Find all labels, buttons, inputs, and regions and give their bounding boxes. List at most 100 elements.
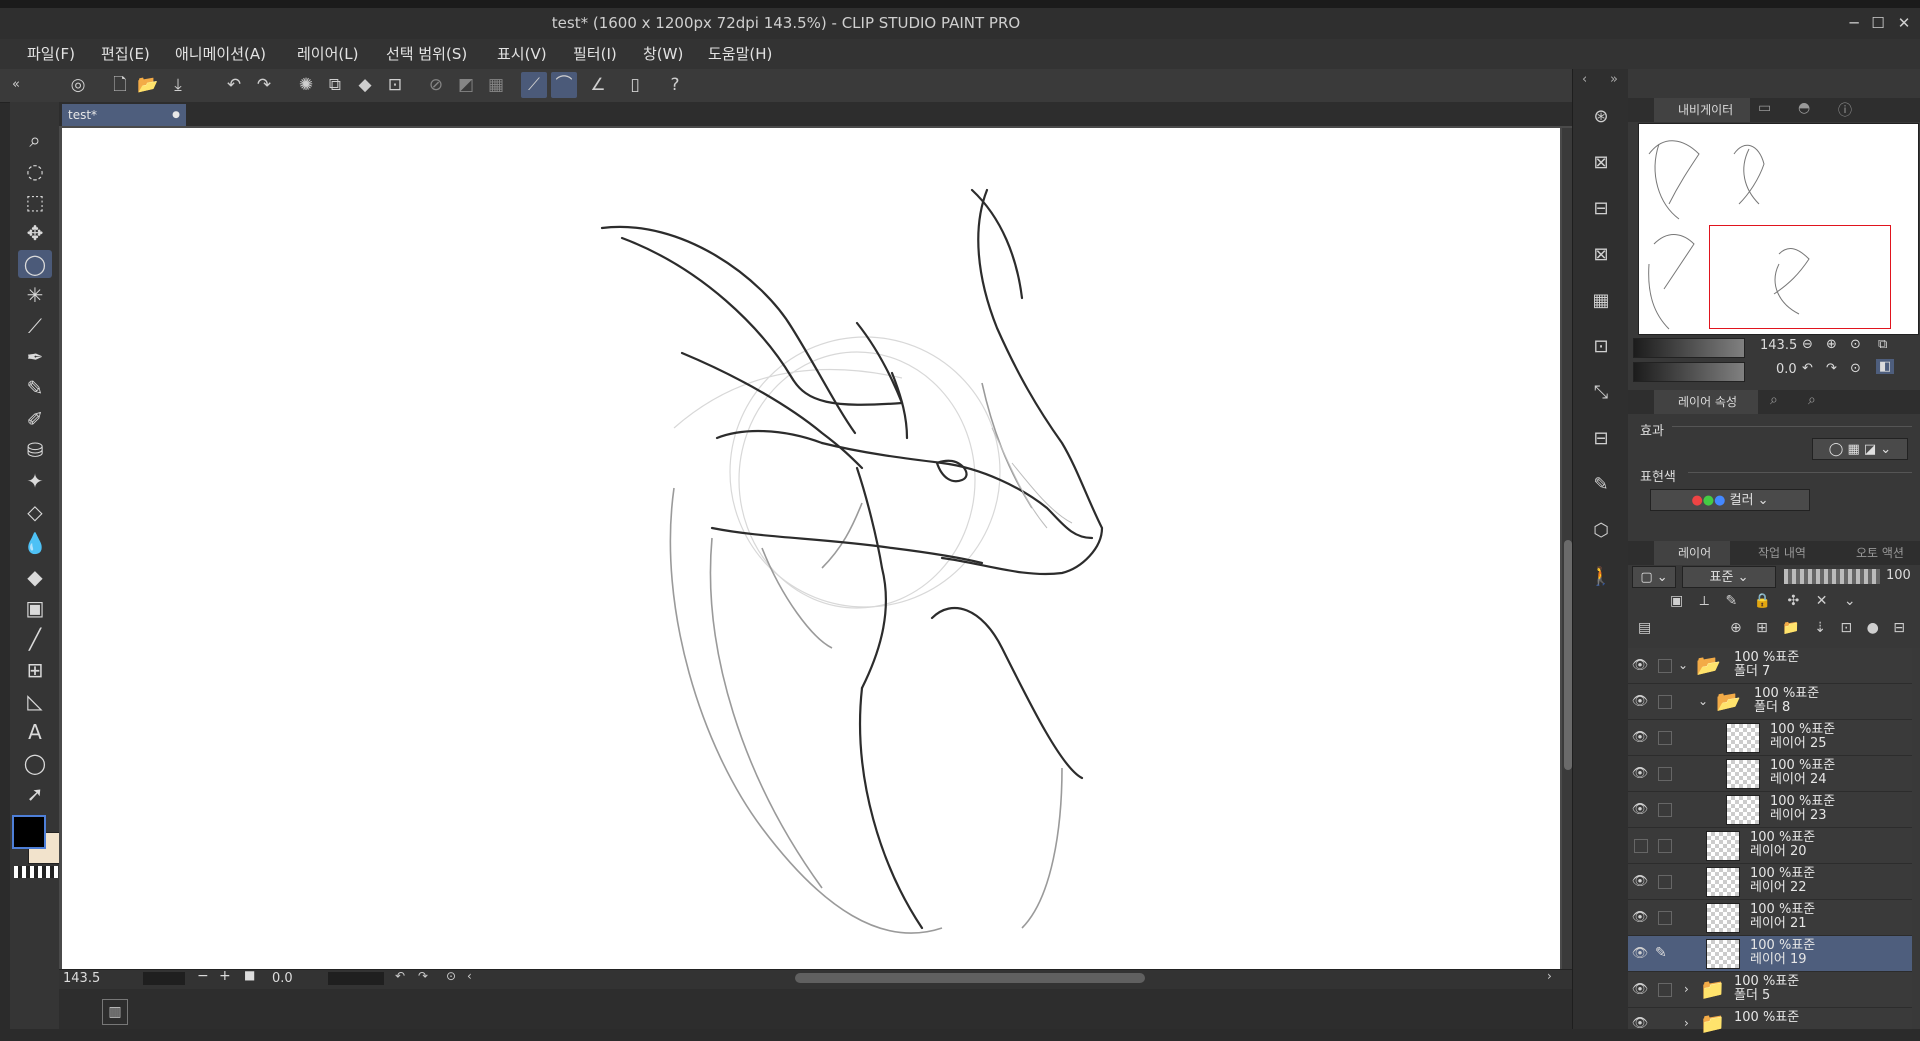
layer-check-box[interactable] (1658, 911, 1672, 925)
expression-color-select[interactable]: ●●● 컬러 ⌄ (1650, 489, 1810, 511)
visibility-eye-icon[interactable]: 👁 (1631, 900, 1649, 935)
eyedropper-icon[interactable]: ⟋ (18, 312, 52, 340)
magic-wand-icon[interactable]: ✳ (18, 281, 52, 309)
folder-expand-icon[interactable]: › (1684, 982, 1698, 996)
reset-rotation-icon[interactable]: ⊙ (446, 969, 456, 983)
layer-check-box[interactable] (1658, 875, 1672, 889)
rotation-slider[interactable] (328, 972, 384, 985)
undo-icon[interactable]: ↶ (221, 72, 247, 98)
layer-check-box[interactable] (1658, 803, 1672, 817)
visibility-eye-icon[interactable]: 👁 (1631, 1006, 1649, 1041)
info-tab-icon[interactable]: ⓘ (1838, 100, 1852, 120)
cmd-delete-icon[interactable]: ⊠ (1584, 238, 1618, 272)
decoration-tool-icon[interactable]: ✦ (18, 467, 52, 495)
text-tool-icon[interactable]: A (18, 718, 52, 746)
navigator-rotation-slider[interactable] (1633, 362, 1745, 382)
menu-file[interactable]: 파일(F) (27, 39, 75, 69)
menu-filter[interactable]: 필터(I) (573, 39, 617, 69)
transparent-color-swatch[interactable] (14, 866, 58, 878)
fit-icon[interactable]: ■ (244, 968, 255, 982)
move-tool-icon[interactable]: ✥ (18, 219, 52, 247)
vertical-scroll-thumb[interactable] (1564, 540, 1572, 770)
layer-check-box[interactable] (1658, 767, 1672, 781)
menu-edit[interactable]: 편집(E) (101, 39, 150, 69)
visibility-eye-icon[interactable]: 👁 (1631, 648, 1649, 683)
layer-check-box[interactable] (1658, 695, 1672, 709)
layer-check-box[interactable] (1658, 659, 1672, 673)
new-file-icon[interactable]: 🗋 (107, 72, 133, 98)
snap-special-ruler-icon[interactable]: ◩ (453, 72, 479, 98)
menu-window[interactable]: 창(W) (643, 39, 683, 69)
zoom-slider[interactable] (143, 972, 185, 985)
layer-search-tab-icon[interactable]: ⌕ (1770, 392, 1778, 408)
layer-menu-icon[interactable]: ▤ (1638, 620, 1651, 636)
cmd-transform-icon[interactable]: ⤡ (1584, 376, 1618, 410)
clear-selection-icon[interactable]: ✺ (293, 72, 319, 98)
cmd-3d-icon[interactable]: ⬡ (1584, 514, 1618, 548)
scroll-left-icon[interactable]: ‹ (467, 969, 472, 983)
navigator-view-frame[interactable] (1709, 225, 1891, 329)
opacity-value[interactable]: 100 (1886, 568, 1911, 583)
frame-tool-icon[interactable]: ⊞ (18, 656, 52, 684)
folder-collapse-icon[interactable]: ⌄ (1698, 694, 1712, 708)
rotate-right-icon[interactable]: ↷ (418, 969, 428, 983)
visibility-eye-icon[interactable]: 👁 (1631, 684, 1649, 719)
auto-action-tab[interactable]: 오토 액션 (1836, 541, 1904, 565)
layer-check-box[interactable] (1658, 983, 1672, 997)
cmd-person-icon[interactable]: 🚶 (1584, 560, 1618, 594)
cmd-save-icon[interactable]: ⊟ (1584, 192, 1618, 226)
layer-color-tab-icon[interactable]: ⌕ (1808, 392, 1816, 408)
blend-tool-icon[interactable]: 💧 (18, 529, 52, 557)
navigator-zoom-value[interactable]: 143.5 (1760, 338, 1797, 353)
help-icon[interactable]: ? (662, 72, 688, 98)
pressure-icon[interactable]: ⌒ (551, 72, 577, 98)
rotate-right-circle-icon[interactable]: ↷ (1826, 361, 1837, 376)
zoom-out-circle-icon[interactable]: ⊖ (1802, 337, 1813, 352)
correct-line-tool-icon[interactable]: ➚ (18, 780, 52, 808)
visibility-off-box[interactable] (1634, 839, 1648, 853)
zoom-out-icon[interactable]: − (197, 968, 209, 984)
layer-color-select[interactable]: ▢ ⌄ (1632, 566, 1676, 588)
reset-rotation-circle-icon[interactable]: ⊙ (1850, 361, 1861, 376)
ruler-tool-icon[interactable]: ◺ (18, 687, 52, 715)
fill-icon[interactable]: ◆ (352, 72, 378, 98)
actual-size-icon[interactable]: ⊙ (1850, 337, 1861, 352)
main-color-swatch[interactable] (12, 815, 46, 849)
gradient-tool-icon[interactable]: ▣ (18, 594, 52, 622)
menu-selection[interactable]: 선택 범위(S) (386, 39, 467, 69)
menu-animation[interactable]: 애니메이션(A) (175, 39, 266, 69)
lasso-tool-icon[interactable]: ◯ (18, 250, 52, 278)
stabilization-icon[interactable]: ⟋ (521, 72, 547, 98)
expand-arrow-icon[interactable]: » (1610, 72, 1618, 87)
layer-property-tab[interactable]: 레이어 속성 (1654, 390, 1758, 414)
menu-view[interactable]: 표시(V) (497, 39, 547, 69)
pencil-tool-icon[interactable]: ✎ (18, 374, 52, 402)
effect-buttons[interactable]: ◯ ▦ ◪ ⌄ (1812, 438, 1908, 460)
opacity-slider[interactable] (1784, 569, 1880, 584)
save-icon[interactable]: ⤓ (165, 72, 191, 98)
layer-tab[interactable]: 레이어 (1654, 541, 1730, 565)
smartphone-icon[interactable]: ▯ (622, 72, 648, 98)
crop-icon[interactable]: ⧉ (322, 72, 348, 98)
sub-view-tab-icon[interactable]: ▭ (1758, 100, 1771, 116)
transform-icon[interactable]: ⊡ (382, 72, 408, 98)
object-tool-icon[interactable]: ⬚ (18, 188, 52, 216)
cmd-export-icon[interactable]: ⊡ (1584, 330, 1618, 364)
rotation-value[interactable]: 0.0 (272, 970, 322, 987)
brush-tool-icon[interactable]: ✐ (18, 405, 52, 433)
balloon-tool-icon[interactable]: ◯ (18, 749, 52, 777)
close-button[interactable]: ✕ (1892, 8, 1916, 39)
navigator-rotation-value[interactable]: 0.0 (1776, 362, 1797, 377)
redo-icon[interactable]: ↷ (251, 72, 277, 98)
maximize-button[interactable]: ☐ (1866, 8, 1890, 39)
close-tab-icon[interactable]: ● (172, 104, 180, 126)
folder-expand-icon[interactable]: › (1684, 1016, 1698, 1030)
scroll-right-icon[interactable]: › (1547, 969, 1552, 983)
visibility-eye-icon[interactable]: 👁 (1631, 864, 1649, 899)
visibility-eye-icon[interactable]: 👁 (1631, 972, 1649, 1007)
zoom-in-circle-icon[interactable]: ⊕ (1826, 337, 1837, 352)
hand-tool-icon[interactable]: ◌ (18, 157, 52, 185)
eraser-tool-icon[interactable]: ◇ (18, 498, 52, 526)
zoom-value[interactable]: 143.5 (63, 970, 123, 987)
history-tab[interactable]: 작업 내역 (1738, 541, 1806, 565)
